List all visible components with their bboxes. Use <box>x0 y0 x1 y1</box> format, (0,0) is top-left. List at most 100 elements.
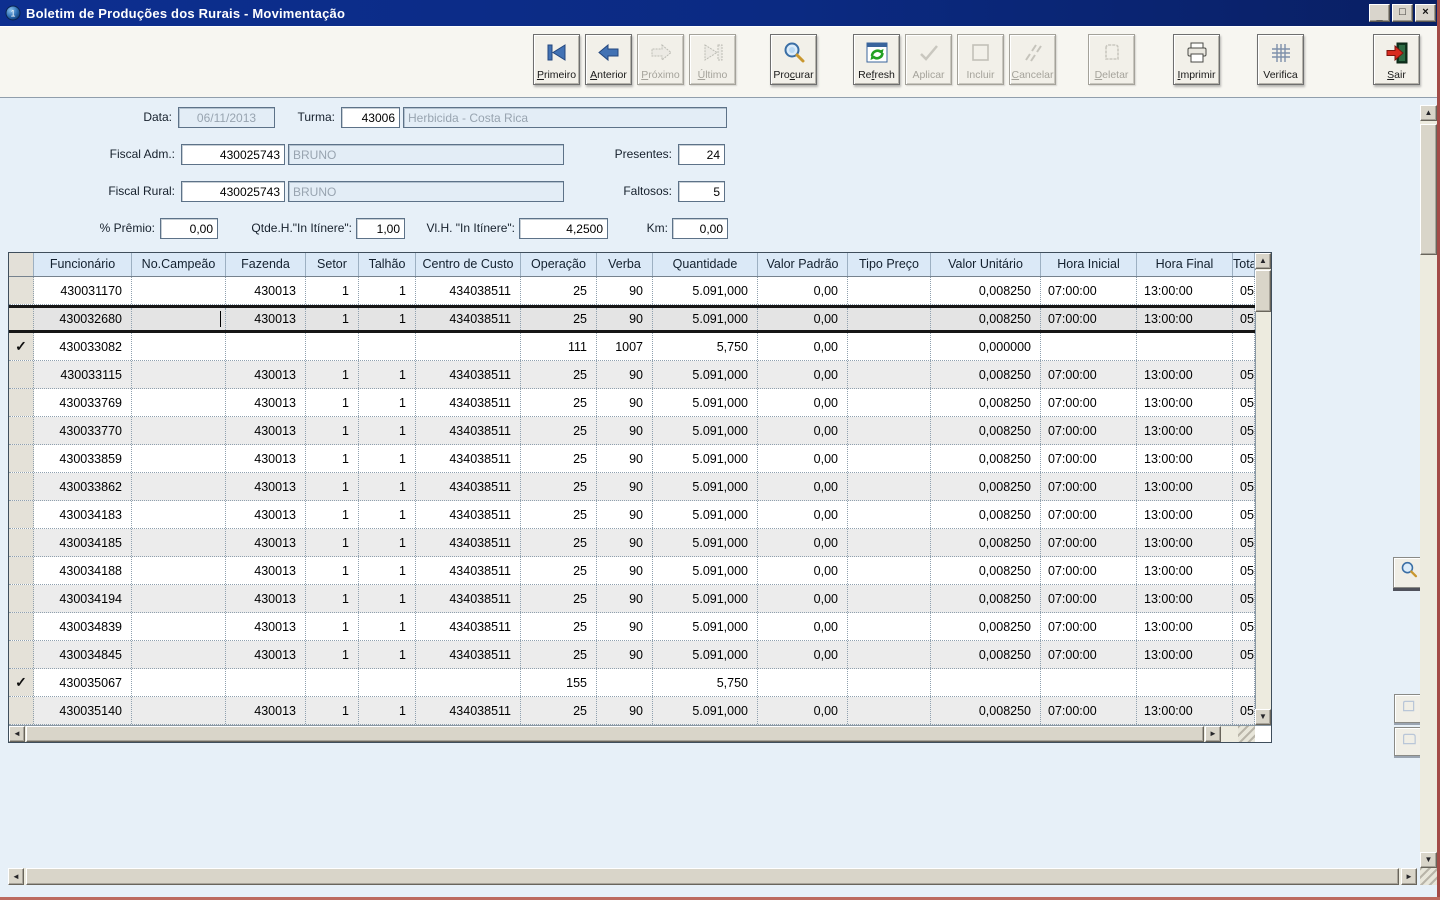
turma-code-field[interactable] <box>341 107 400 128</box>
grid-cell[interactable]: 25 <box>521 613 597 640</box>
grid-cell[interactable]: 0,008250 <box>931 361 1041 388</box>
grid-cell[interactable]: 07:00:00 <box>1041 641 1137 668</box>
grid-cell[interactable] <box>226 669 306 696</box>
table-row[interactable]: 4300341854300131143403851125905.091,0000… <box>9 529 1255 557</box>
grid-cell[interactable]: 434038511 <box>416 697 521 724</box>
grid-cell[interactable]: 25 <box>521 501 597 528</box>
grid-cell[interactable]: 1 <box>359 308 416 330</box>
grid-cell[interactable]: 1 <box>359 641 416 668</box>
grid-cell[interactable] <box>132 333 226 360</box>
grid-cell[interactable]: 434038511 <box>416 417 521 444</box>
grid-cell[interactable]: 13:00:00 <box>1137 641 1233 668</box>
grid-cell[interactable]: 0,00 <box>758 613 848 640</box>
column-header[interactable]: Tipo Preço <box>848 253 931 276</box>
grid-cell[interactable]: 05 <box>1233 445 1255 472</box>
grid-cell[interactable]: 25 <box>521 529 597 556</box>
grid-cell[interactable]: 434038511 <box>416 445 521 472</box>
grid-cell[interactable]: 430033862 <box>34 473 132 500</box>
row-selector-cell[interactable] <box>9 585 34 612</box>
grid-cell[interactable] <box>1233 333 1255 360</box>
grid-cell[interactable] <box>416 669 521 696</box>
row-selector-cell[interactable] <box>9 389 34 416</box>
grid-cell[interactable]: 1 <box>359 501 416 528</box>
grid-cell[interactable] <box>931 669 1041 696</box>
grid-cell[interactable]: 13:00:00 <box>1137 445 1233 472</box>
grid-cell[interactable] <box>848 585 931 612</box>
grid-cell[interactable]: 430034188 <box>34 557 132 584</box>
row-selector-cell[interactable] <box>9 417 34 444</box>
table-row[interactable]: 4300311704300131143403851125905.091,0000… <box>9 277 1255 305</box>
grid-cell[interactable] <box>848 641 931 668</box>
grid-cell[interactable]: 155 <box>521 669 597 696</box>
grid-cell[interactable] <box>848 697 931 724</box>
grid-cell[interactable]: 07:00:00 <box>1041 277 1137 304</box>
grid-cell[interactable]: 90 <box>597 389 653 416</box>
grid-cell[interactable]: 05 <box>1233 361 1255 388</box>
grid-cell[interactable] <box>132 613 226 640</box>
grid-cell[interactable]: 05 <box>1233 473 1255 500</box>
grid-cell[interactable] <box>1233 669 1255 696</box>
row-selector-cell[interactable] <box>9 277 34 304</box>
column-header[interactable]: No.Campeão <box>132 253 226 276</box>
grid-cell[interactable]: 430013 <box>226 613 306 640</box>
grid-cell[interactable]: 111 <box>521 333 597 360</box>
close-button[interactable]: × <box>1415 4 1436 22</box>
grid-cell[interactable]: 90 <box>597 277 653 304</box>
grid-cell[interactable]: 1 <box>306 613 359 640</box>
grid-cell[interactable]: 434038511 <box>416 641 521 668</box>
grid-cell[interactable]: 07:00:00 <box>1041 585 1137 612</box>
grid-cell[interactable]: 07:00:00 <box>1041 557 1137 584</box>
grid-cell[interactable] <box>132 669 226 696</box>
grid-cell[interactable]: 434038511 <box>416 501 521 528</box>
grid-cell[interactable]: 90 <box>597 585 653 612</box>
grid-cell[interactable]: 25 <box>521 361 597 388</box>
grid-cell[interactable]: 1 <box>306 501 359 528</box>
grid-cell[interactable]: 5.091,000 <box>653 389 758 416</box>
window-scroll-up-button[interactable]: ▲ <box>1420 105 1437 121</box>
grid-cell[interactable]: 90 <box>597 613 653 640</box>
column-header[interactable]: Valor Padrão <box>758 253 848 276</box>
grid-cell[interactable] <box>758 669 848 696</box>
table-row[interactable]: ✓4300350671555,750 <box>9 669 1255 697</box>
grid-vscroll-thumb[interactable] <box>1255 270 1271 312</box>
grid-cell[interactable]: 5.091,000 <box>653 361 758 388</box>
fiscal-adm-code-field[interactable] <box>181 144 285 165</box>
column-header[interactable]: Valor Unitário <box>931 253 1041 276</box>
grid-cell[interactable]: 25 <box>521 557 597 584</box>
grid-cell[interactable]: 07:00:00 <box>1041 529 1137 556</box>
grid-cell[interactable]: 430013 <box>226 445 306 472</box>
grid-cell[interactable]: 430033859 <box>34 445 132 472</box>
grid-cell[interactable] <box>416 333 521 360</box>
grid-cell[interactable] <box>132 361 226 388</box>
grid-cell[interactable]: 434038511 <box>416 361 521 388</box>
grid-cell[interactable]: 5,750 <box>653 333 758 360</box>
grid-cell[interactable] <box>848 361 931 388</box>
grid-cell[interactable]: 434038511 <box>416 389 521 416</box>
grid-cell[interactable]: 07:00:00 <box>1041 361 1137 388</box>
grid-cell[interactable]: 430013 <box>226 361 306 388</box>
grid-cell[interactable]: 0,008250 <box>931 277 1041 304</box>
premio-field[interactable] <box>160 218 218 239</box>
table-row[interactable]: 4300326804300131143403851125905.091,0000… <box>9 305 1255 333</box>
grid-cell[interactable]: 5.091,000 <box>653 417 758 444</box>
grid-cell[interactable]: 1 <box>306 473 359 500</box>
grid-cell[interactable]: 1 <box>359 417 416 444</box>
grid-cell[interactable] <box>848 557 931 584</box>
grid-cell[interactable] <box>359 333 416 360</box>
grid-cell[interactable] <box>848 613 931 640</box>
grid-cell[interactable]: 430035140 <box>34 697 132 724</box>
grid-cell[interactable]: 430032680 <box>34 308 132 330</box>
grid-cell[interactable] <box>132 501 226 528</box>
grid-cell[interactable]: 13:00:00 <box>1137 697 1233 724</box>
grid-cell[interactable]: 0,008250 <box>931 308 1041 330</box>
grid-cell[interactable]: 430034845 <box>34 641 132 668</box>
minimize-button[interactable]: _ <box>1369 4 1390 22</box>
grid-cell[interactable] <box>132 557 226 584</box>
grid-cell[interactable] <box>848 333 931 360</box>
grid-cell[interactable]: 07:00:00 <box>1041 445 1137 472</box>
grid-cell[interactable] <box>848 669 931 696</box>
row-selector-cell[interactable] <box>9 501 34 528</box>
grid-cell[interactable]: 1 <box>306 641 359 668</box>
table-row[interactable]: 4300348394300131143403851125905.091,0000… <box>9 613 1255 641</box>
imprimir-button[interactable]: Imprimir <box>1173 34 1220 85</box>
